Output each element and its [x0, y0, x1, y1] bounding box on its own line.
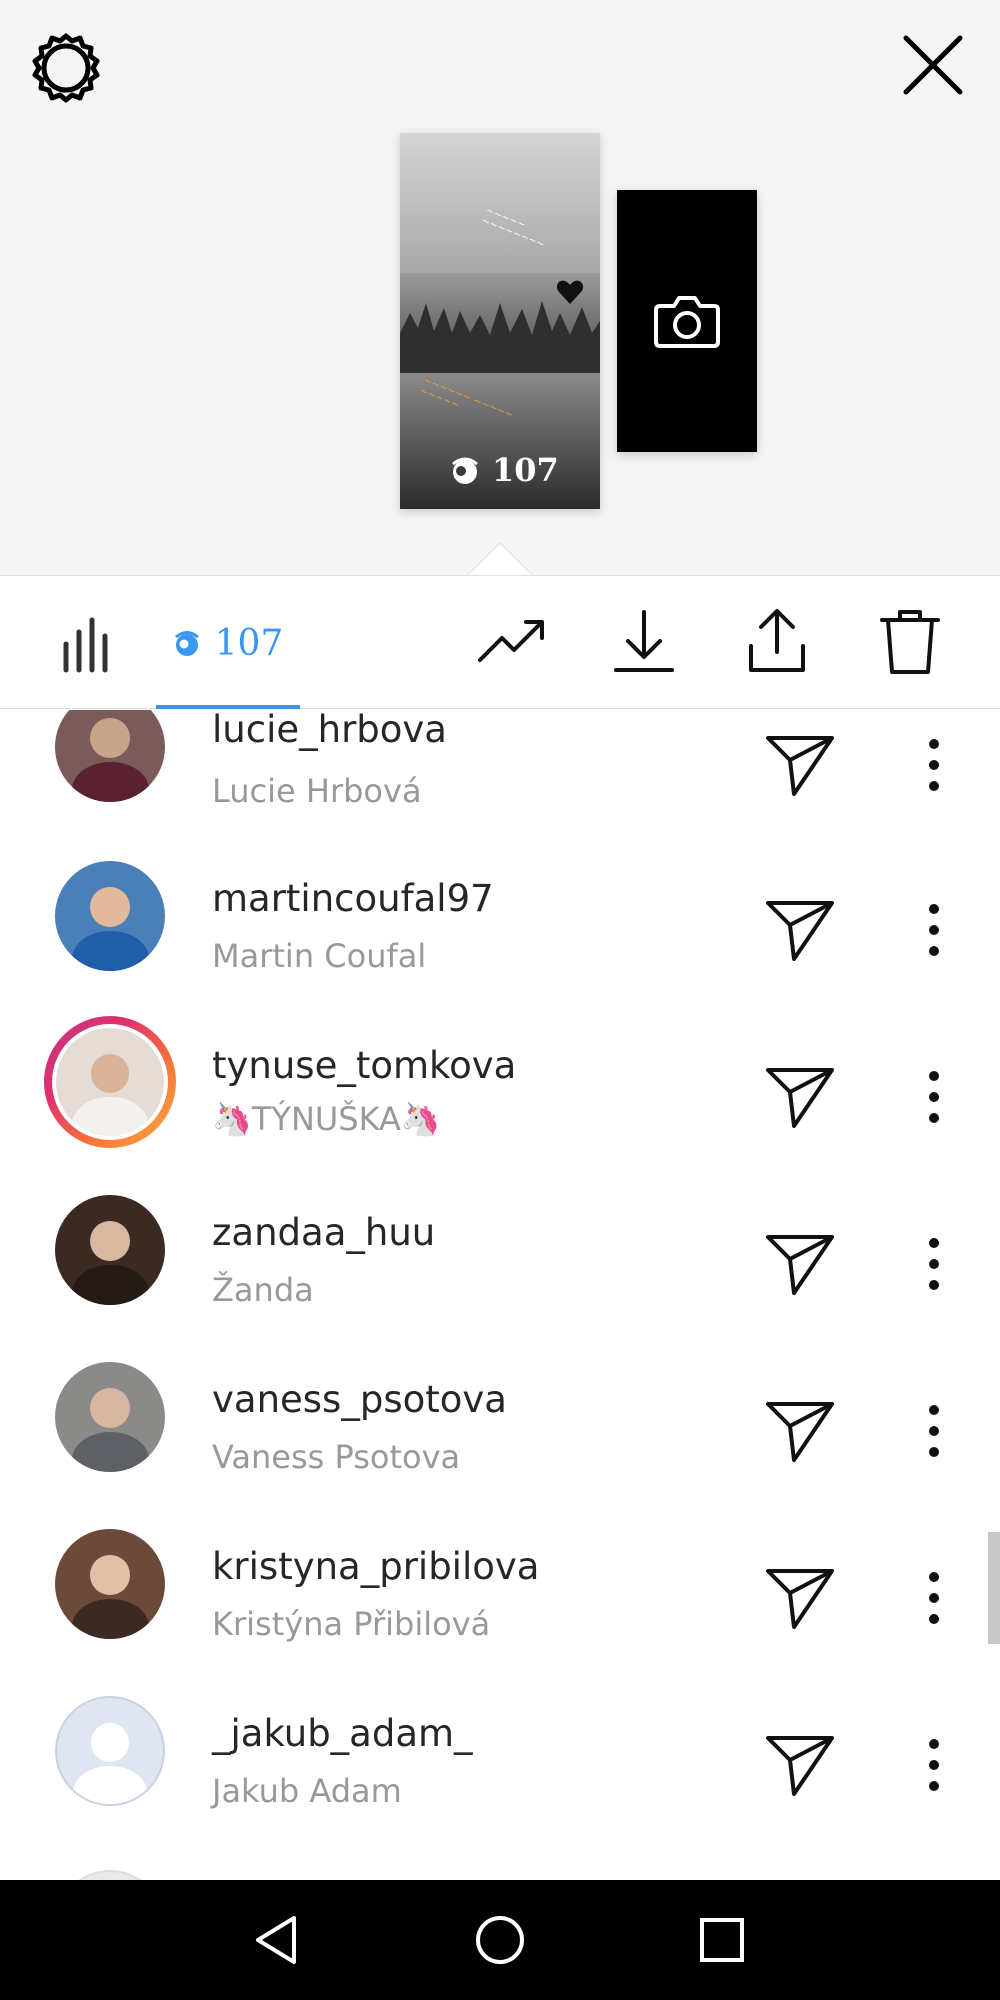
more-options-icon[interactable] — [916, 1229, 952, 1299]
share-button[interactable] — [741, 606, 813, 678]
username: martincoufal97 — [212, 877, 494, 920]
viewers-tab[interactable]: 107 — [156, 576, 300, 710]
camera-icon — [654, 296, 720, 348]
username: vaness_psotova — [212, 1378, 507, 1421]
save-button[interactable] — [608, 606, 680, 678]
scrollbar[interactable] — [988, 1532, 1000, 1644]
full-name: 🦄TÝNUŠKA🦄 — [212, 1100, 441, 1138]
eye-icon — [452, 457, 478, 484]
list-item[interactable]: _jakub_adam_ Jakub Adam — [0, 1696, 1000, 1879]
full-name: Jakub Adam — [212, 1772, 402, 1810]
full-name: Martin Coufal — [212, 937, 427, 975]
full-name: Lucie Hrbová — [212, 772, 422, 810]
avatar[interactable] — [55, 1529, 165, 1639]
download-icon — [614, 610, 674, 672]
more-options-icon[interactable] — [916, 895, 952, 965]
full-name: Žanda — [212, 1271, 314, 1309]
promote-button[interactable] — [476, 606, 548, 678]
list-item-partial[interactable] — [0, 1870, 1000, 1880]
username: zandaa_huu — [212, 1211, 436, 1254]
bar-chart-icon — [63, 617, 108, 673]
list-item[interactable]: lucie_hrbova Lucie Hrbová — [0, 710, 1000, 877]
story-toolbar: 107 — [0, 575, 1000, 709]
insights-tab[interactable] — [54, 606, 126, 678]
more-options-icon[interactable] — [916, 1062, 952, 1132]
viewers-count: 107 — [214, 622, 284, 664]
heart-sticker-icon — [556, 280, 584, 304]
avatar[interactable] — [55, 861, 165, 971]
share-upload-icon — [749, 609, 805, 672]
current-story-thumbnail[interactable]: ~~~~~ ~~~~~~~~ ~~~~~~ ~~~~~ ~~~~~ 107 — [400, 133, 600, 509]
more-options-icon[interactable] — [916, 1563, 952, 1633]
trash-icon — [880, 610, 940, 674]
add-story-thumbnail[interactable] — [617, 190, 757, 452]
recents-icon[interactable] — [694, 1912, 750, 1968]
list-item[interactable]: martincoufal97 Martin Coufal — [0, 861, 1000, 1044]
active-tab-indicator — [156, 705, 300, 709]
send-icon[interactable] — [762, 895, 838, 965]
send-icon[interactable] — [762, 730, 838, 800]
gear-icon[interactable] — [28, 30, 104, 106]
send-icon[interactable] — [762, 1229, 838, 1299]
avatar[interactable] — [55, 1195, 165, 1305]
close-icon[interactable] — [900, 32, 966, 98]
send-icon[interactable] — [762, 1396, 838, 1466]
eye-icon — [174, 631, 199, 656]
story-view-count-label: 107 — [492, 451, 559, 489]
trending-up-icon — [478, 620, 544, 662]
more-options-icon[interactable] — [916, 1730, 952, 1800]
send-icon[interactable] — [762, 1563, 838, 1633]
selection-caret — [465, 542, 535, 578]
username: lucie_hrbova — [212, 710, 447, 751]
more-options-icon[interactable] — [916, 1396, 952, 1466]
list-item[interactable]: vaness_psotova Vaness Psotova — [0, 1362, 1000, 1545]
avatar-with-story-ring[interactable] — [44, 1016, 176, 1148]
more-options-icon[interactable] — [916, 730, 952, 800]
list-item[interactable]: tynuse_tomkova 🦄TÝNUŠKA🦄 — [0, 1016, 1000, 1211]
username: _jakub_adam_ — [212, 1712, 473, 1755]
list-item[interactable]: zandaa_huu Žanda — [0, 1195, 1000, 1378]
full-name: Kristýna Přibilová — [212, 1605, 491, 1643]
send-icon[interactable] — [762, 1062, 838, 1132]
full-name: Vaness Psotova — [212, 1438, 461, 1476]
username: tynuse_tomkova — [212, 1044, 517, 1087]
avatar[interactable] — [55, 1870, 165, 1880]
send-icon[interactable] — [762, 1730, 838, 1800]
avatar[interactable] — [55, 710, 165, 802]
delete-button[interactable] — [874, 606, 946, 678]
list-item[interactable]: kristyna_pribilova Kristýna Přibilová — [0, 1529, 1000, 1712]
story-viewers-screen: ~~~~~ ~~~~~~~~ ~~~~~~ ~~~~~ ~~~~~ 107 10… — [0, 0, 1000, 2000]
story-view-count: 107 — [450, 451, 559, 489]
story-preview-area: ~~~~~ ~~~~~~~~ ~~~~~~ ~~~~~ ~~~~~ 107 — [0, 0, 1000, 578]
system-navigation-bar — [0, 1880, 1000, 2000]
home-icon[interactable] — [472, 1912, 528, 1968]
username: kristyna_pribilova — [212, 1545, 540, 1588]
default-avatar[interactable] — [55, 1696, 165, 1806]
avatar[interactable] — [55, 1362, 165, 1472]
back-icon[interactable] — [250, 1912, 306, 1968]
viewers-list: lucie_hrbova Lucie Hrbová martincoufal97… — [0, 710, 1000, 1880]
